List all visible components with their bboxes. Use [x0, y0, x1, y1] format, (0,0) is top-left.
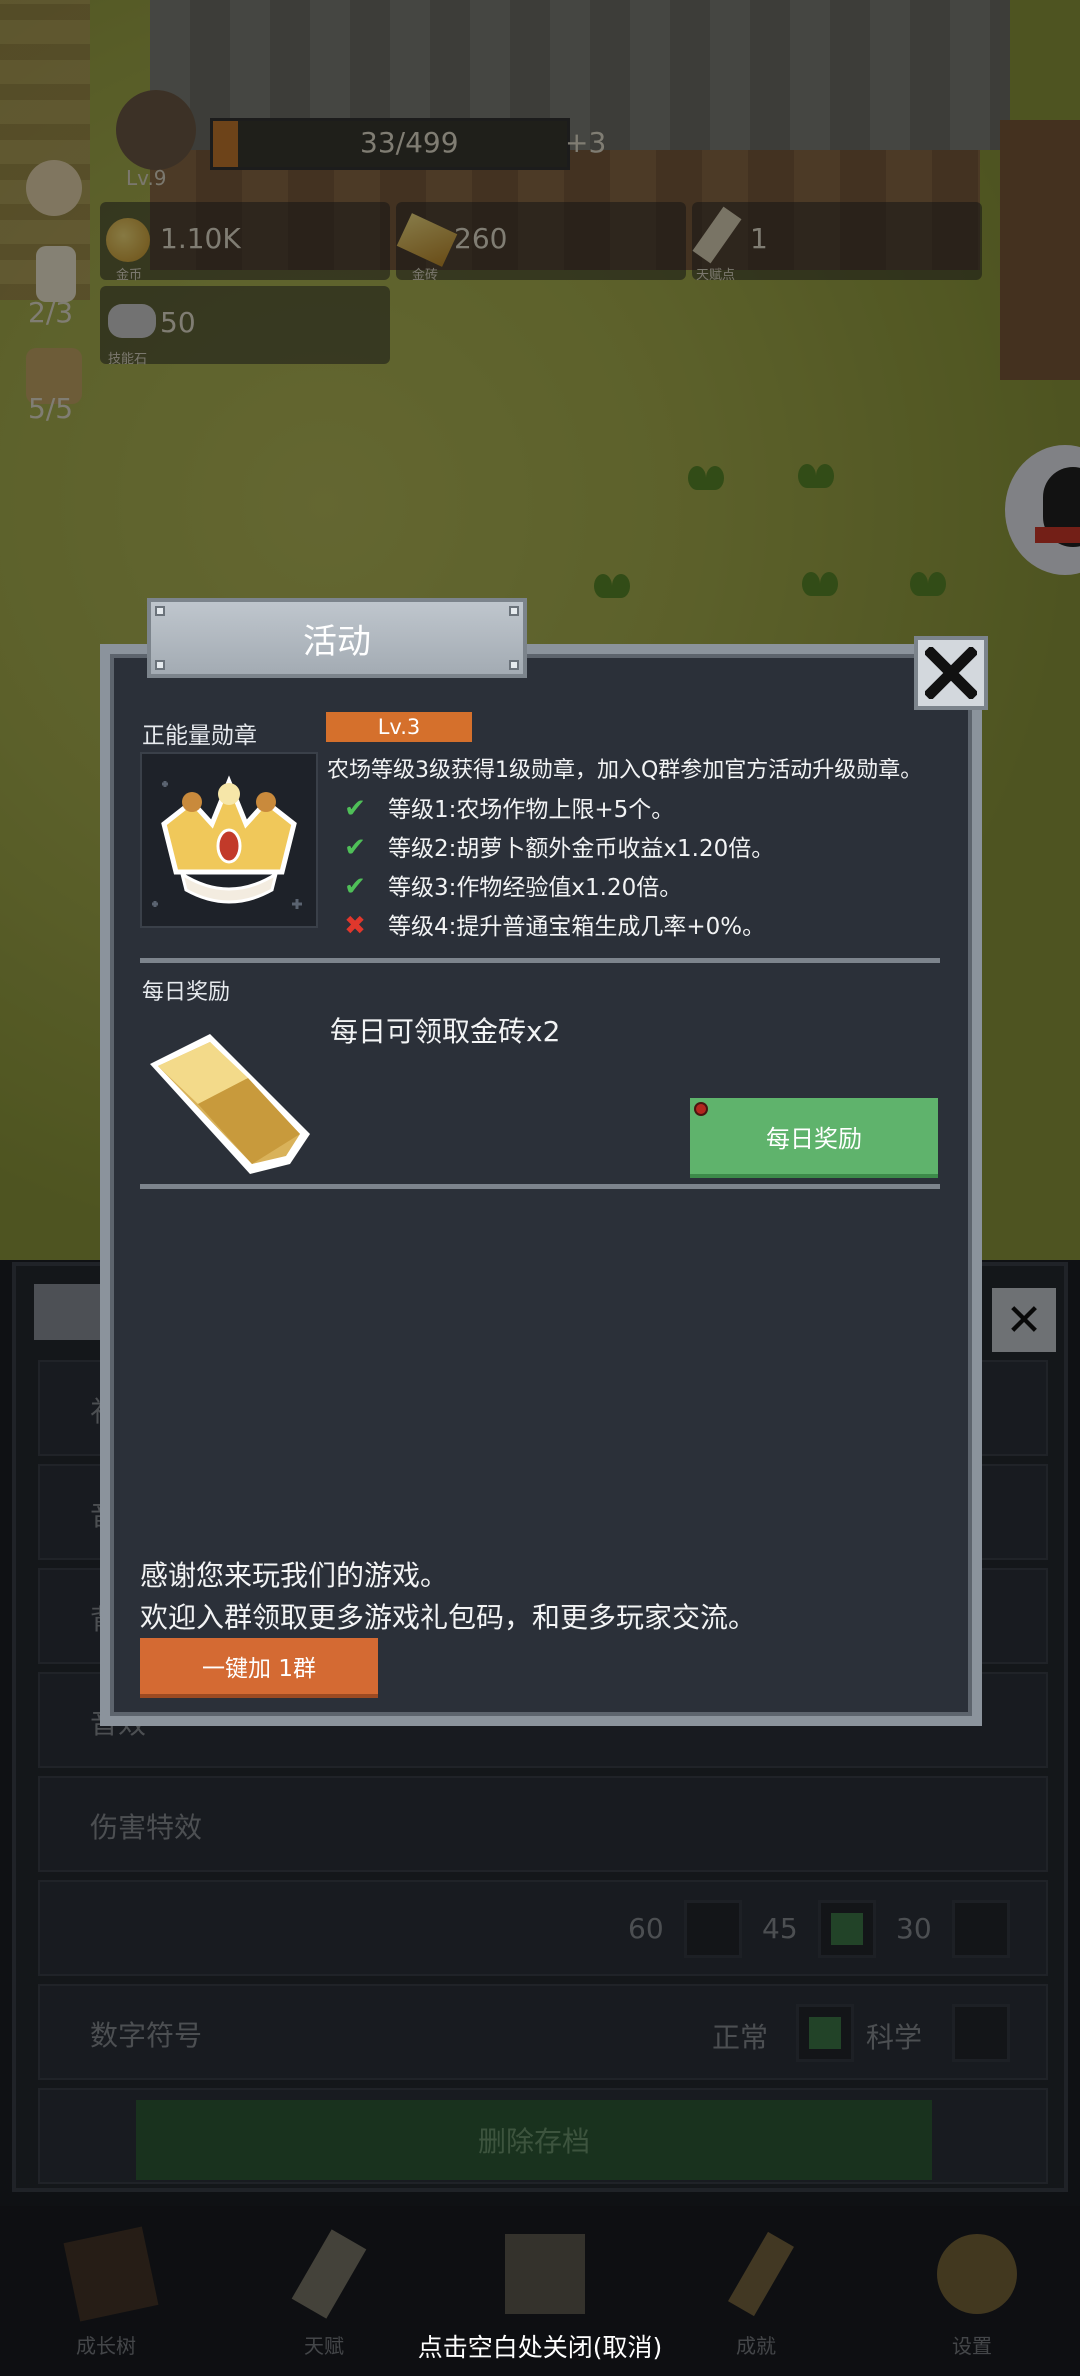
medal-level-row: ✔ 等级2:胡萝卜额外金币收益x1.20倍。: [340, 829, 774, 863]
dialog-title-plate: 活动: [147, 598, 527, 678]
close-icon: [925, 647, 977, 699]
medal-level-row: ✔ 等级3:作物经验值x1.20倍。: [340, 868, 682, 902]
check-icon: ✔: [344, 872, 366, 902]
join-group-text: 欢迎入群领取更多游戏礼包码，和更多玩家交流。: [140, 1601, 757, 1634]
medal-level-text: 等级3:作物经验值x1.20倍。: [388, 875, 683, 901]
gold-bar-icon: [150, 1034, 310, 1174]
notification-dot: [694, 1102, 708, 1116]
medal-level-row: ✖ 等级4:提升普通宝箱生成几率+0%。: [340, 907, 765, 941]
daily-reward-button[interactable]: 每日奖励: [690, 1098, 938, 1178]
rivet: [509, 606, 519, 616]
section-divider: [140, 1184, 940, 1189]
medal-level-text: 等级4:提升普通宝箱生成几率+0%。: [388, 914, 766, 940]
rivet: [155, 660, 165, 670]
daily-section-label: 每日奖励: [142, 980, 231, 1005]
medal-section-label: 正能量勋章: [142, 723, 257, 749]
rivet: [509, 660, 519, 670]
rivet: [155, 606, 165, 616]
medal-frame[interactable]: [140, 752, 318, 928]
check-icon: ✔: [344, 833, 366, 863]
join-group-button[interactable]: 一键加 1群: [140, 1638, 378, 1698]
medal-level-row: ✔ 等级1:农场作物上限+5个。: [340, 790, 674, 824]
tap-to-close-hint[interactable]: 点击空白处关闭(取消): [0, 2328, 1080, 2364]
check-icon: ✔: [344, 794, 366, 824]
medal-description: 农场等级3级获得1级勋章，加入Q群参加官方活动升级勋章。: [327, 758, 923, 783]
crown-medal-icon: [152, 775, 302, 909]
medal-level-text: 等级2:胡萝卜额外金币收益x1.20倍。: [388, 836, 775, 862]
cross-icon: ✖: [344, 911, 366, 941]
section-divider: [140, 958, 940, 963]
thanks-text: 感谢您来玩我们的游戏。: [140, 1559, 449, 1592]
daily-reward-text: 每日可领取金砖x2: [330, 1015, 561, 1048]
medal-level-badge: Lv.3: [326, 712, 472, 742]
dialog-close-button[interactable]: [914, 636, 988, 710]
dialog-title: 活动: [303, 621, 371, 662]
medal-level-text: 等级1:农场作物上限+5个。: [388, 797, 675, 823]
